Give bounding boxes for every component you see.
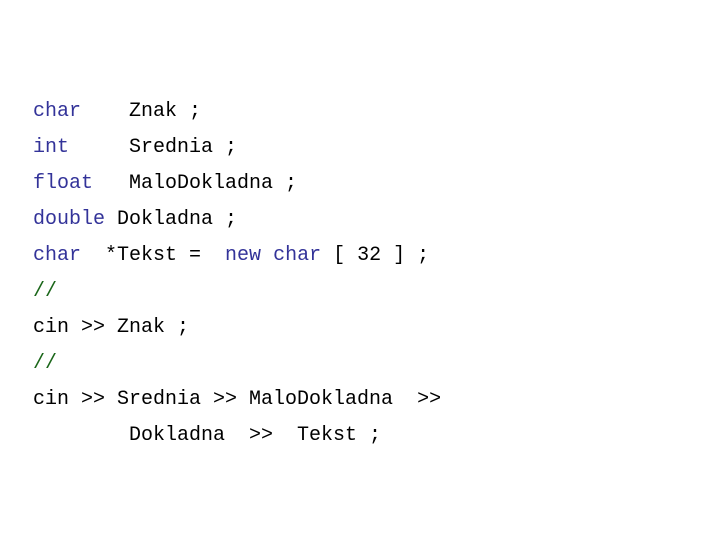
code-line: int Srednia ; [33, 130, 441, 166]
slide-canvas: char Znak ; int Srednia ; float MaloDoklad… [0, 0, 720, 540]
code-line: cin >> Znak ; [33, 310, 441, 346]
code-token-plain: MaloDokladna ; [93, 172, 298, 195]
code-line: char *Tekst = new char [ 32 ] ; [33, 238, 441, 274]
code-token-plain: Znak ; [81, 100, 202, 123]
code-token-comment: // [33, 280, 58, 303]
code-line: cin >> Srednia >> MaloDokladna >> [33, 382, 441, 418]
code-token-plain: [ 32 ] ; [321, 244, 430, 267]
code-token-plain: Srednia ; [69, 136, 238, 159]
code-listing: char Znak ; int Srednia ; float MaloDoklad… [33, 94, 441, 454]
code-line: // [33, 346, 441, 382]
code-token-plain: Dokladna ; [105, 208, 238, 231]
code-line: char Znak ; [33, 94, 441, 130]
code-token-keyword: char [33, 100, 82, 123]
code-token-plain: *Tekst = [81, 244, 226, 267]
code-token-keyword: int [33, 136, 70, 159]
code-token-keyword: char [273, 244, 322, 267]
code-line: float MaloDokladna ; [33, 166, 441, 202]
code-token-keyword: char [33, 244, 82, 267]
code-token-plain: Dokladna >> Tekst ; [33, 424, 382, 447]
code-line: Dokladna >> Tekst ; [33, 418, 441, 454]
code-line: double Dokladna ; [33, 202, 441, 238]
code-token-keyword: new [225, 244, 262, 267]
code-token-comment: // [33, 352, 58, 375]
code-token-plain: cin >> Srednia >> MaloDokladna >> [33, 388, 442, 411]
code-token-keyword: float [33, 172, 94, 195]
code-token-keyword: double [33, 208, 106, 231]
code-token-plain: cin >> Znak ; [33, 316, 190, 339]
code-line: // [33, 274, 441, 310]
